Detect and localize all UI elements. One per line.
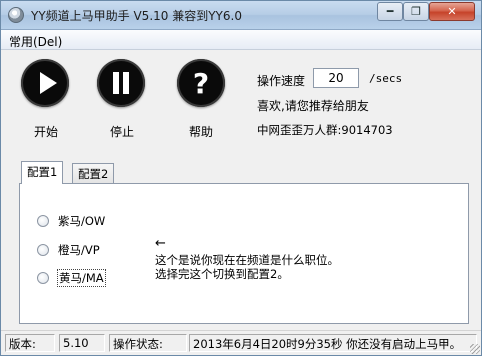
state-label: 操作状态:	[109, 334, 187, 352]
speed-unit: /secs	[369, 72, 403, 85]
help-label: 帮助	[189, 125, 214, 139]
note-line-2: 选择完这个切换到配置2。	[155, 267, 289, 281]
close-button[interactable]: ✕	[429, 2, 475, 21]
menu-bar: 常用(Del)	[1, 30, 481, 50]
app-logo-icon	[8, 7, 24, 23]
version-value: 5.10	[59, 334, 105, 352]
left-arrow-icon: ←	[155, 236, 166, 251]
recommend-text: 喜欢,请您推荐给朋友	[257, 99, 369, 113]
radio-purple[interactable]	[37, 215, 49, 227]
app-window: YY频道上马甲助手 V5.10 兼容到YY6.0 ━ ❐ ✕ 常用(Del) ?…	[0, 0, 482, 356]
minimize-button[interactable]: ━	[377, 2, 403, 21]
start-label: 开始	[34, 125, 59, 139]
speed-input[interactable]	[313, 68, 359, 88]
speed-label: 操作速度	[257, 74, 306, 88]
question-mark-icon: ?	[193, 67, 209, 100]
radio-label-orange: 橙马/VP	[58, 243, 100, 257]
play-icon	[40, 72, 57, 94]
tab-config-1[interactable]: 配置1	[21, 161, 64, 184]
tab-panel-config-1: 紫马/OW 橙马/VP 黄马/MA ← 这个是说你现在在频道是什么职位。 选择完…	[19, 183, 469, 324]
status-bar: 版本: 5.10 操作状态: 2013年6月4日20时9分35秒 你还没有启动上…	[1, 330, 481, 355]
tab-config-2[interactable]: 配置2	[72, 163, 115, 183]
pause-icon	[113, 72, 129, 94]
title-bar[interactable]: YY频道上马甲助手 V5.10 兼容到YY6.0 ━ ❐ ✕	[1, 1, 481, 30]
group-number-text: 中网歪歪万人群:9014703	[257, 123, 393, 137]
resize-grip-icon[interactable]	[470, 344, 480, 354]
radio-row-orange[interactable]: 橙马/VP	[37, 242, 100, 258]
window-title: YY频道上马甲助手 V5.10 兼容到YY6.0	[31, 9, 242, 23]
radio-orange[interactable]	[37, 244, 49, 256]
radio-row-purple[interactable]: 紫马/OW	[37, 213, 105, 229]
stop-label: 停止	[110, 125, 135, 139]
menu-item-common[interactable]: 常用(Del)	[9, 33, 62, 50]
help-button[interactable]: ?	[177, 59, 225, 107]
version-label: 版本:	[5, 334, 55, 352]
svg-text:?: ?	[193, 67, 209, 100]
start-button[interactable]	[21, 59, 69, 107]
maximize-button[interactable]: ❐	[403, 2, 429, 21]
status-text: 2013年6月4日20时9分35秒 你还没有启动上马甲。	[189, 334, 477, 352]
radio-label-purple: 紫马/OW	[58, 214, 106, 228]
stop-button[interactable]	[97, 59, 145, 107]
radio-label-yellow: 黄马/MA	[57, 269, 106, 287]
radio-yellow[interactable]	[37, 272, 49, 284]
radio-row-yellow[interactable]: 黄马/MA	[37, 269, 106, 287]
